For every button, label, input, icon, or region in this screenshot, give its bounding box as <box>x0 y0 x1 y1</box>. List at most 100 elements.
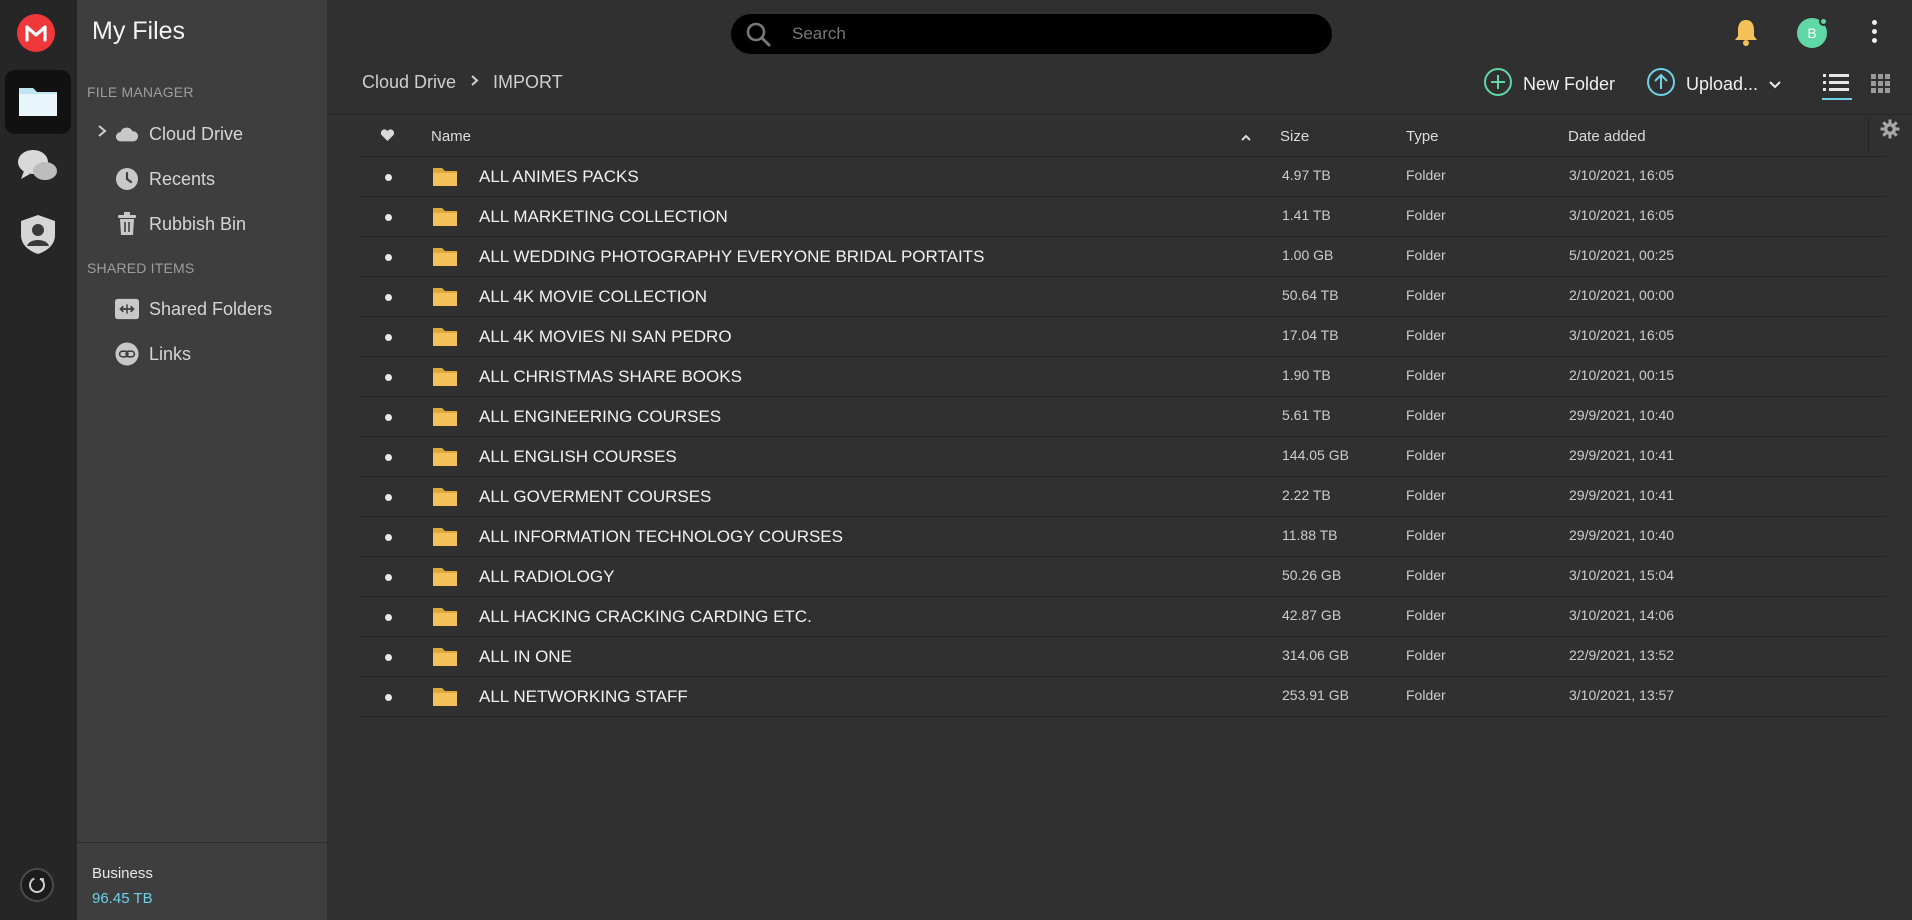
file-name[interactable]: ALL CHRISTMAS SHARE BOOKS <box>479 367 742 387</box>
column-settings-divider <box>1868 118 1869 152</box>
upload-circle-icon <box>1646 67 1676 102</box>
sidebar-item-cloud-drive[interactable]: Cloud Drive <box>115 119 315 149</box>
favourite-dot[interactable] <box>385 174 392 181</box>
file-type: Folder <box>1406 327 1446 343</box>
sort-ascending-icon[interactable] <box>1240 129 1252 146</box>
file-name[interactable]: ALL MARKETING COLLECTION <box>479 207 728 227</box>
breadcrumb-cloud-drive[interactable]: Cloud Drive <box>362 72 456 93</box>
file-size: 1.41 TB <box>1282 207 1331 223</box>
favourite-dot[interactable] <box>385 654 392 661</box>
table-row[interactable]: ALL ENGINEERING COURSES 5.61 TB Folder 2… <box>360 397 1886 437</box>
upload-button[interactable]: Upload... <box>1646 67 1782 102</box>
sidebar-item-rubbish-bin[interactable]: Rubbish Bin <box>115 209 315 239</box>
favourite-dot[interactable] <box>385 494 392 501</box>
table-row[interactable]: ALL ANIMES PACKS 4.97 TB Folder 3/10/202… <box>360 157 1886 197</box>
file-type: Folder <box>1406 527 1446 543</box>
table-row[interactable]: ALL ENGLISH COURSES 144.05 GB Folder 29/… <box>360 437 1886 477</box>
list-view-icon[interactable] <box>1823 72 1849 99</box>
search-input[interactable] <box>792 24 1312 44</box>
favourite-column-heart-icon[interactable] <box>380 129 395 146</box>
notifications-bell-icon[interactable] <box>1733 18 1759 51</box>
file-name[interactable]: ALL ENGLISH COURSES <box>479 447 677 467</box>
favourite-dot[interactable] <box>385 294 392 301</box>
file-date-added: 29/9/2021, 10:41 <box>1569 447 1675 463</box>
file-type: Folder <box>1406 287 1446 303</box>
file-name[interactable]: ALL 4K MOVIE COLLECTION <box>479 287 707 307</box>
file-size: 17.04 TB <box>1282 327 1339 343</box>
file-name[interactable]: ALL HACKING CRACKING CARDING ETC. <box>479 607 812 627</box>
table-row[interactable]: ALL CHRISTMAS SHARE BOOKS 1.90 TB Folder… <box>360 357 1886 397</box>
favourite-dot[interactable] <box>385 414 392 421</box>
file-date-added: 5/10/2021, 00:25 <box>1569 247 1675 263</box>
sidebar-item-label: Links <box>149 343 192 364</box>
favourite-dot[interactable] <box>385 694 392 701</box>
column-header-type[interactable]: Type <box>1406 128 1439 145</box>
column-header-name[interactable]: Name <box>431 128 471 145</box>
sidebar-item-links[interactable]: Links <box>115 339 315 369</box>
cloud-drive-rail-button[interactable] <box>5 70 71 134</box>
sidebar-item-label: Cloud Drive <box>149 123 244 144</box>
file-name[interactable]: ALL ANIMES PACKS <box>479 167 639 187</box>
chevron-right-icon <box>470 74 479 92</box>
gear-icon[interactable] <box>1880 119 1900 144</box>
favourite-dot[interactable] <box>385 574 392 581</box>
more-menu-icon[interactable] <box>1872 20 1877 43</box>
file-size: 5.61 TB <box>1282 407 1331 423</box>
file-name[interactable]: ALL ENGINEERING COURSES <box>479 407 721 427</box>
storage-amount: 96.45 TB <box>92 890 153 907</box>
file-name[interactable]: ALL IN ONE <box>479 647 572 667</box>
avatar-initial: B <box>1807 25 1817 41</box>
table-row[interactable]: ALL NETWORKING STAFF 253.91 GB Folder 3/… <box>360 677 1886 717</box>
file-name[interactable]: ALL INFORMATION TECHNOLOGY COURSES <box>479 527 843 547</box>
folder-icon <box>432 365 458 392</box>
breadcrumb-current[interactable]: IMPORT <box>493 72 563 93</box>
sidebar-item-shared-folders[interactable]: Shared Folders <box>115 294 315 324</box>
contacts-rail-button[interactable] <box>5 204 71 268</box>
file-type: Folder <box>1406 447 1446 463</box>
file-name[interactable]: ALL 4K MOVIES NI SAN PEDRO <box>479 327 732 347</box>
file-name[interactable]: ALL WEDDING PHOTOGRAPHY EVERYONE BRIDAL … <box>479 247 984 267</box>
favourite-dot[interactable] <box>385 254 392 261</box>
sync-status-icon[interactable] <box>20 868 54 902</box>
search-icon <box>745 21 775 47</box>
table-row[interactable]: ALL INFORMATION TECHNOLOGY COURSES 11.88… <box>360 517 1886 557</box>
file-name[interactable]: ALL RADIOLOGY <box>479 567 614 587</box>
breadcrumb: Cloud Drive IMPORT <box>362 72 563 93</box>
new-folder-button[interactable]: New Folder <box>1483 67 1615 100</box>
favourite-dot[interactable] <box>385 614 392 621</box>
table-header: Name Size Type Date added <box>360 115 1886 157</box>
table-row[interactable]: ALL RADIOLOGY 50.26 GB Folder 3/10/2021,… <box>360 557 1886 597</box>
table-row[interactable]: ALL MARKETING COLLECTION 1.41 TB Folder … <box>360 197 1886 237</box>
favourite-dot[interactable] <box>385 374 392 381</box>
mega-logo-icon[interactable] <box>17 14 55 52</box>
file-manager-label: FILE MANAGER <box>87 84 194 100</box>
storage-summary[interactable]: Business 96.45 TB <box>77 842 327 920</box>
table-row[interactable]: ALL GOVERMENT COURSES 2.22 TB Folder 29/… <box>360 477 1886 517</box>
chat-rail-button[interactable] <box>5 136 71 200</box>
file-type: Folder <box>1406 167 1446 183</box>
upload-label: Upload... <box>1686 73 1759 94</box>
file-type: Folder <box>1406 247 1446 263</box>
table-row[interactable]: ALL IN ONE 314.06 GB Folder 22/9/2021, 1… <box>360 637 1886 677</box>
table-row[interactable]: ALL WEDDING PHOTOGRAPHY EVERYONE BRIDAL … <box>360 237 1886 277</box>
sidebar-item-recents[interactable]: Recents <box>115 164 315 194</box>
chevron-down-icon[interactable] <box>1768 74 1782 95</box>
table-row[interactable]: ALL 4K MOVIE COLLECTION 50.64 TB Folder … <box>360 277 1886 317</box>
app-rail <box>0 0 77 920</box>
favourite-dot[interactable] <box>385 534 392 541</box>
column-header-date-added[interactable]: Date added <box>1568 128 1646 145</box>
avatar[interactable]: B <box>1797 17 1828 48</box>
favourite-dot[interactable] <box>385 454 392 461</box>
column-header-size[interactable]: Size <box>1280 128 1309 145</box>
search-bar[interactable] <box>731 14 1332 54</box>
grid-view-icon[interactable] <box>1871 74 1891 99</box>
file-name[interactable]: ALL GOVERMENT COURSES <box>479 487 711 507</box>
table-row[interactable]: ALL HACKING CRACKING CARDING ETC. 42.87 … <box>360 597 1886 637</box>
favourite-dot[interactable] <box>385 214 392 221</box>
favourite-dot[interactable] <box>385 334 392 341</box>
folder-rail-icon <box>17 82 59 123</box>
file-name[interactable]: ALL NETWORKING STAFF <box>479 687 688 707</box>
chevron-right-icon[interactable] <box>97 124 107 141</box>
table-row[interactable]: ALL 4K MOVIES NI SAN PEDRO 17.04 TB Fold… <box>360 317 1886 357</box>
file-date-added: 2/10/2021, 00:15 <box>1569 367 1675 383</box>
